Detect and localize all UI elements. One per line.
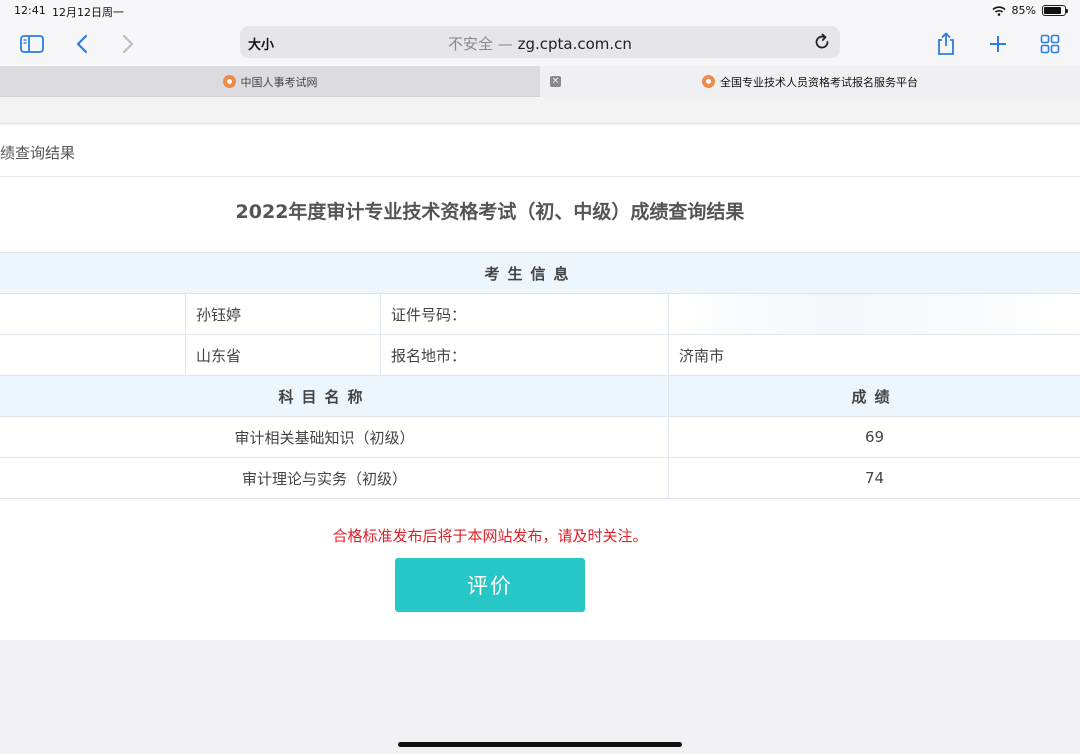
table-row: 审计理论与实务（初级） 74: [0, 457, 1080, 499]
reload-icon[interactable]: [812, 32, 832, 52]
battery-percent: 85%: [1011, 4, 1036, 17]
candidate-info-header-row: 考生信息: [0, 252, 1080, 294]
status-bar: 12:41 12月12日周一 85%: [0, 0, 1080, 22]
subject-name: 审计理论与实务（初级）: [0, 457, 669, 499]
candidate-info-header: 考生信息: [0, 252, 1080, 294]
close-tab-icon[interactable]: ×: [550, 76, 561, 87]
tab-title: 全国专业技术人员资格考试报名服务平台: [720, 75, 918, 89]
back-icon[interactable]: [68, 30, 96, 58]
favicon-icon: [702, 75, 715, 88]
province-value: 山东省: [185, 334, 381, 376]
evaluate-button[interactable]: 评价: [395, 558, 585, 612]
subject-score: 69: [667, 416, 1080, 458]
page-title: 2022年度审计专业技术资格考试（初、中级）成绩查询结果: [235, 201, 745, 223]
province-label-cell: [0, 334, 186, 376]
tab-cpta-home[interactable]: 中国人事考试网: [0, 66, 540, 97]
subject-score: 74: [667, 457, 1080, 499]
not-secure-label: 不安全: [448, 35, 494, 53]
tab-title: 中国人事考试网: [240, 75, 318, 89]
panel-heading: 绩查询结果: [0, 125, 1080, 177]
battery-icon: [1042, 5, 1068, 16]
result-panel: 绩查询结果 2022年度审计专业技术资格考试（初、中级）成绩查询结果 考生信息 …: [0, 125, 1080, 640]
forward-icon[interactable]: [114, 30, 142, 58]
table-row: 山东省 报名地市： 济南市: [0, 334, 1080, 376]
status-indicators: 85%: [992, 4, 1068, 17]
panel-heading-text: 绩查询结果: [0, 144, 76, 162]
tab-registration-platform[interactable]: × 全国专业技术人员资格考试报名服务平台: [540, 66, 1080, 97]
address-bar[interactable]: 大小 不安全 — zg.cpta.com.cn: [240, 26, 840, 58]
url-separator: —: [493, 35, 518, 53]
favicon-icon: [222, 75, 236, 88]
score-header-row: 科目名称 成绩: [0, 375, 1080, 417]
home-indicator[interactable]: [398, 742, 682, 747]
sidebar-icon[interactable]: [18, 30, 46, 58]
share-icon[interactable]: [932, 30, 960, 58]
subject-name: 审计相关基础知识（初级）: [0, 416, 669, 458]
new-tab-icon[interactable]: [984, 30, 1012, 58]
clock: 12:41: [14, 4, 46, 17]
battery-fill: [1044, 7, 1061, 14]
score-table: 考生信息 孙钰婷 证件号码： 山东省 报名地市： 济南市 科目名称 成绩 审计相…: [0, 252, 1080, 499]
page-top-strip: [0, 97, 1080, 124]
id-label: 证件号码：: [380, 293, 669, 335]
name-label-cell: [0, 293, 186, 335]
subject-header: 科目名称: [0, 375, 669, 417]
wifi-icon: [992, 5, 1006, 16]
city-label: 报名地市：: [380, 334, 669, 376]
id-value-redacted: [667, 293, 1080, 335]
city-value: 济南市: [667, 334, 1080, 376]
table-row: 孙钰婷 证件号码：: [0, 293, 1080, 335]
browser-toolbar: 大小 不安全 — zg.cpta.com.cn: [0, 22, 1080, 66]
pass-standard-notice: 合格标准发布后将于本网站发布，请及时关注。: [332, 527, 648, 545]
url-display[interactable]: 不安全 — zg.cpta.com.cn: [240, 33, 840, 54]
date: 12月12日周一: [52, 6, 124, 19]
score-header: 成绩: [667, 375, 1080, 417]
table-row: 审计相关基础知识（初级） 69: [0, 416, 1080, 458]
url-domain: zg.cpta.com.cn: [517, 35, 632, 53]
name-value: 孙钰婷: [185, 293, 381, 335]
tabs-overview-icon[interactable]: [1036, 30, 1064, 58]
tab-bar: 中国人事考试网 × 全国专业技术人员资格考试报名服务平台: [0, 66, 1080, 97]
